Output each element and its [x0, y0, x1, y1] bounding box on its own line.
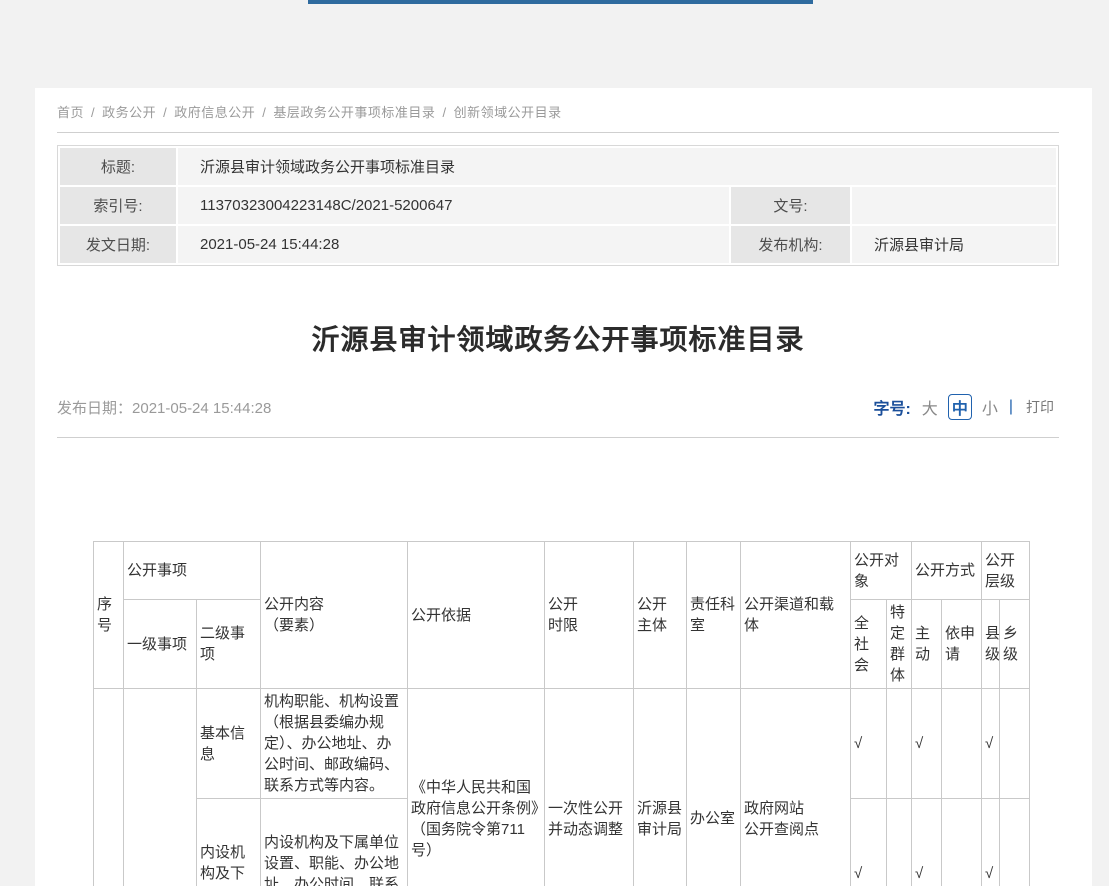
th-serial: 序号	[94, 542, 124, 689]
breadcrumb-divider	[57, 132, 1059, 133]
cell-subject: 沂源县审计局	[634, 689, 687, 886]
content-divider	[57, 437, 1059, 438]
th-audience: 公开对象	[851, 542, 912, 600]
publish-date: 发布日期：2021-05-24 15:44:28	[57, 397, 271, 418]
meta-date-label: 发文日期:	[60, 226, 176, 263]
publish-date-value: 2021-05-24 15:44:28	[132, 400, 271, 417]
th-time-limit: 公开 时限	[545, 542, 634, 689]
cell-level1	[124, 689, 197, 886]
cell-content: 内设机构及下属单位设置、职能、办公地址、办公时间、联系方式、负责人姓名等	[261, 799, 408, 886]
th-method: 公开方式	[912, 542, 982, 600]
cell-proactive-check: √	[912, 689, 942, 799]
cell-county-check: √	[982, 799, 1000, 886]
th-proactive: 主动	[912, 600, 942, 689]
cell-on-request-check	[942, 799, 982, 886]
th-township: 乡级	[1000, 600, 1030, 689]
cell-public-all-check: √	[851, 799, 887, 886]
breadcrumb-separator: /	[442, 105, 446, 120]
breadcrumb-separator: /	[163, 105, 167, 120]
th-channel: 公开渠道和载体	[741, 542, 851, 689]
breadcrumb-home[interactable]: 首页	[57, 105, 84, 120]
meta-index-value: 11370323004223148C/2021-5200647	[178, 187, 729, 224]
cell-specific-group-check	[887, 799, 912, 886]
th-specific-group: 特定群体	[887, 600, 912, 689]
breadcrumb-separator: /	[262, 105, 266, 120]
font-size-large-button[interactable]: 大	[922, 395, 938, 419]
meta-index-label: 索引号:	[60, 187, 176, 224]
cell-content: 机构职能、机构设置（根据县委编办规定）、办公地址、办公时间、邮政编码、联系方式等…	[261, 689, 408, 799]
breadcrumb-separator: /	[91, 105, 95, 120]
th-level2: 二级事项	[197, 600, 261, 689]
content-card: 首页 / 政务公开 / 政府信息公开 / 基层政务公开事项标准目录 / 创新领域公开目录 标题:…	[35, 88, 1092, 886]
th-level1: 一级事项	[124, 600, 197, 689]
breadcrumb: 首页 / 政务公开 / 政府信息公开 / 基层政务公开事项标准目录 / 创新领域公开目录	[57, 102, 1059, 121]
publish-date-label: 发布日期：	[57, 400, 132, 417]
cell-dept: 办公室	[687, 689, 741, 886]
breadcrumb-xinxi[interactable]: 政府信息公开	[174, 105, 255, 120]
cell-specific-group-check	[887, 689, 912, 799]
cell-level2: 内设机构及下属事业	[197, 799, 261, 886]
breadcrumb-chuangxin[interactable]: 创新领域公开目录	[454, 105, 562, 120]
document-meta: 标题: 沂源县审计领域政务公开事项标准目录 索引号: 1137032300422…	[57, 145, 1059, 266]
cell-township-check	[1000, 799, 1030, 886]
font-size-medium-button[interactable]: 中	[948, 394, 972, 420]
meta-date-value: 2021-05-24 15:44:28	[178, 226, 729, 263]
font-size-label: 字号:	[873, 395, 910, 419]
vertical-divider: |	[1009, 398, 1013, 416]
cell-township-check	[1000, 689, 1030, 799]
th-content: 公开内容 （要素）	[261, 542, 408, 689]
cell-county-check: √	[982, 689, 1000, 799]
breadcrumb-jiceng[interactable]: 基层政务公开事项标准目录	[273, 105, 435, 120]
meta-org-value: 沂源县审计局	[852, 226, 1056, 263]
meta-org-label: 发布机构:	[731, 226, 850, 263]
font-size-small-button[interactable]: 小	[982, 395, 998, 419]
th-county: 县级	[982, 600, 1000, 689]
meta-title-label: 标题:	[60, 148, 176, 185]
font-size-controls: 字号: 大 中 小 | 打印	[873, 394, 1059, 420]
th-subject: 公开 主体	[634, 542, 687, 689]
cell-proactive-check: √	[912, 799, 942, 886]
th-item: 公开事项	[124, 542, 261, 600]
meta-docnum-value	[852, 187, 1056, 224]
publish-info-row: 发布日期：2021-05-24 15:44:28 字号: 大 中 小 | 打印	[57, 394, 1059, 420]
th-level: 公开层级	[982, 542, 1030, 600]
cell-time-limit: 一次性公开并动态调整	[545, 689, 634, 886]
cell-serial	[94, 689, 124, 886]
cell-public-all-check: √	[851, 689, 887, 799]
cell-level2: 基本信息	[197, 689, 261, 799]
cell-on-request-check	[942, 689, 982, 799]
document-meta-table: 标题: 沂源县审计领域政务公开事项标准目录 索引号: 1137032300422…	[58, 146, 1058, 265]
print-button[interactable]: 打印	[1026, 397, 1054, 417]
cell-channel: 政府网站 公开查阅点	[741, 689, 851, 886]
th-basis: 公开依据	[408, 542, 545, 689]
th-dept: 责任科室	[687, 542, 741, 689]
th-on-request: 依申请	[942, 600, 982, 689]
catalog-table: 序号 公开事项 公开内容 （要素） 公开依据 公开 时限 公开 主体 责任科室 …	[93, 541, 1030, 886]
meta-docnum-label: 文号:	[731, 187, 850, 224]
cell-basis: 《中华人民共和国政府信息公开条例》（国务院令第711号）	[408, 689, 545, 886]
page-title: 沂源县审计领域政务公开事项标准目录	[57, 318, 1059, 358]
th-public-all: 全社会	[851, 600, 887, 689]
meta-title-value: 沂源县审计领域政务公开事项标准目录	[178, 148, 1056, 185]
breadcrumb-zhengwu[interactable]: 政务公开	[102, 105, 156, 120]
top-nav-bar-fragment	[308, 0, 813, 4]
